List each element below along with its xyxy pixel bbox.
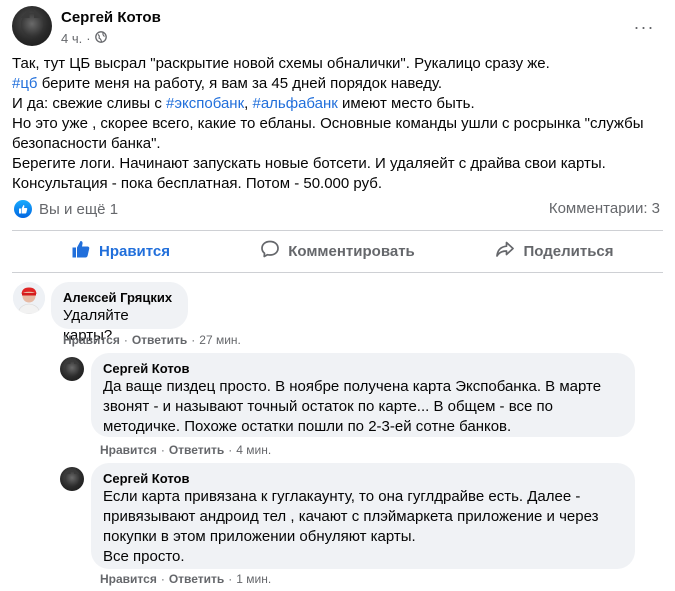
comment-button[interactable]: Комментировать [229,233,446,269]
comment-time[interactable]: 27 мин. [199,333,241,347]
post-body: Так, тут ЦБ высрал "раскрытие новой схем… [12,54,662,194]
comment-actions: Нравится · Ответить · 1 мин. [100,572,272,586]
globe-icon [94,31,107,46]
comment-icon [260,239,280,263]
thumbs-up-icon [71,239,91,263]
post-author-avatar[interactable] [12,6,52,46]
comment-time[interactable]: 1 мин. [236,572,271,586]
commenter-avatar[interactable] [60,357,84,381]
like-button-label: Нравится [98,242,171,260]
post-line: Берегите логи. Начинают запускать новые … [12,155,606,172]
divider [12,230,663,231]
like-reaction-icon [14,200,32,218]
commenter-avatar[interactable] [13,282,45,314]
like-button[interactable]: Нравится [12,233,229,269]
post-line: Консультация - пока бесплатная. Потом - … [12,175,382,192]
comment-actions: Нравится · Ответить · 27 мин. [63,333,241,347]
commenter-avatar[interactable] [60,467,84,491]
comment-author[interactable]: Сергей Котов [103,471,623,487]
share-button[interactable]: Поделиться [446,233,663,269]
comment-like-link[interactable]: Нравится [100,443,157,457]
comment-text: Если карта привязана к гуглакаунту, то о… [103,488,599,545]
comment-bubble: Алексей Гряцких Удаляйте карты? [51,282,188,344]
reactions-text: Вы и ещё 1 [39,200,119,218]
comment-button-label: Комментировать [288,242,415,260]
comment-author[interactable]: Сергей Котов [103,361,623,377]
comment-bubble: Сергей Котов Если карта привязана к гугл… [91,463,635,569]
post-line: Так, тут ЦБ высрал "раскрытие новой схем… [12,55,550,72]
comment-reply-link[interactable]: Ответить [169,443,224,457]
more-horizontal-icon: ··· [633,17,655,37]
post-more-button[interactable]: ··· [629,12,659,42]
comment-reply-link[interactable]: Ответить [169,572,224,586]
comment-like-link[interactable]: Нравится [63,333,120,347]
comment-text: Все просто. [103,548,185,565]
post-meta: 4 ч. · [61,31,107,46]
reactions-summary[interactable]: Вы и ещё 1 [14,200,118,218]
post-time[interactable]: 4 ч. [61,31,82,46]
share-icon [495,239,515,263]
comment-time[interactable]: 4 мин. [236,443,271,457]
comments-count-link[interactable]: Комментарии: 3 [549,200,660,217]
hashtag-link[interactable]: #цб [12,75,38,92]
comment-bubble: Сергей Котов Да ваще пиздец просто. В но… [91,353,635,437]
hashtag-link[interactable]: #экспобанк [166,95,244,112]
divider [12,272,663,273]
comment-actions: Нравится · Ответить · 4 мин. [100,443,272,457]
post-line: И да: свежие сливы с #экспобанк, #альфаб… [12,95,475,112]
post-author-name[interactable]: Сергей Котов [61,9,161,26]
share-button-label: Поделиться [523,242,614,260]
comment-like-link[interactable]: Нравится [100,572,157,586]
post-line: Но это уже , скорее всего, какие то ебла… [12,115,644,152]
comment-author[interactable]: Алексей Гряцких [63,290,176,306]
hashtag-link[interactable]: #альфабанк [252,95,337,112]
post-line: #цб берите меня на работу, я вам за 45 д… [12,75,443,92]
comment-text: Да ваще пиздец просто. В ноябре получена… [103,378,602,435]
comment-reply-link[interactable]: Ответить [132,333,187,347]
